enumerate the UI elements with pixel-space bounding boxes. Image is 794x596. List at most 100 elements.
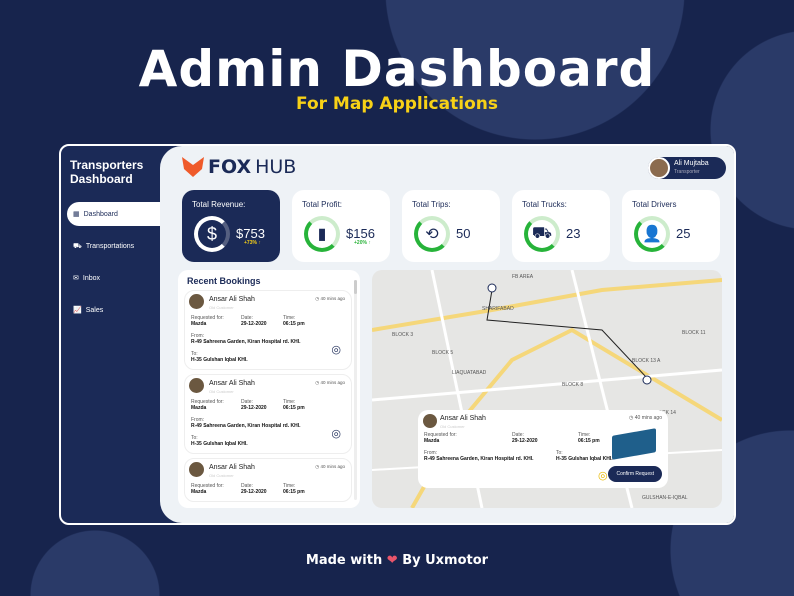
- field-to: To: H-35 Gulshan Iqbal KHI.: [556, 450, 613, 462]
- recent-bookings-panel: Recent Bookings Ansar Ali Shah Old Custo…: [178, 270, 360, 508]
- dollar-icon: $: [194, 216, 230, 252]
- customer-name: Ansar Ali Shah: [209, 464, 255, 471]
- route-icon: ⟲: [414, 216, 450, 252]
- stat-change: +20% ↑: [354, 240, 371, 246]
- map-label: LIAQUATABAD: [452, 370, 487, 376]
- stat-label: Total Trucks:: [522, 200, 567, 209]
- user-profile-button[interactable]: Ali Mujtaba Transporter: [648, 157, 726, 179]
- stat-value: 23: [566, 226, 581, 241]
- map-label: BLOCK 3: [392, 332, 414, 338]
- value: H-35 Gulshan Iqbal KHI.: [556, 456, 613, 462]
- stat-value: $156: [346, 226, 375, 241]
- map-label: BLOCK 13 A: [632, 358, 661, 364]
- sidebar-item-label: Dashboard: [83, 210, 118, 218]
- bar-chart-icon: ▮: [304, 216, 340, 252]
- customer-tag: Old Customer: [209, 389, 234, 394]
- customer-tag: Old Customer: [209, 305, 234, 310]
- user-role: Transporter: [674, 169, 700, 175]
- value: 29-12-2020: [512, 438, 538, 444]
- map-label: BLOCK 11: [682, 330, 706, 336]
- field-request: Requested for: Mazda: [191, 399, 224, 411]
- page-subtitle: For Map Applications: [296, 94, 498, 114]
- sidebar-item-sales[interactable]: 📈 Sales: [67, 298, 161, 322]
- dashboard-icon: ▦: [73, 211, 80, 218]
- value: Mazda: [191, 405, 207, 411]
- locate-icon[interactable]: ◎: [331, 343, 341, 356]
- value: Mazda: [191, 321, 207, 327]
- booking-card[interactable]: Ansar Ali Shah Old Customer ◷ 40 mins ag…: [184, 290, 352, 370]
- user-name: Ali Mujtaba: [674, 160, 709, 167]
- mail-icon: ✉: [73, 275, 79, 282]
- booking-card[interactable]: Ansar Ali Shah Old Customer ◷ 40 mins ag…: [184, 374, 352, 454]
- customer-name: Ansar Ali Shah: [440, 415, 486, 422]
- sidebar: Transporters Dashboard ▦ Dashboard ⛟ Trans…: [61, 146, 161, 523]
- map-label: GULSHAN-E-IQBAL: [642, 495, 688, 501]
- field-time: Time: 06:15 pm: [283, 315, 305, 327]
- field-date: Date: 29-12-2020: [241, 315, 267, 327]
- field-date: Date: 29-12-2020: [241, 399, 267, 411]
- avatar: [423, 414, 437, 428]
- stat-card-trucks: Total Trucks: ⛟ 23: [512, 190, 610, 262]
- stat-label: Total Profit:: [302, 200, 343, 209]
- avatar: [189, 462, 204, 477]
- stat-label: Total Trips:: [412, 200, 451, 209]
- ago-text: 40 mins ago: [320, 380, 345, 385]
- locate-icon[interactable]: ◎: [598, 469, 608, 482]
- field-time: Time: 06:15 pm: [283, 483, 305, 495]
- value: 29-12-2020: [241, 489, 267, 495]
- chart-icon: 📈: [73, 307, 82, 314]
- field-from: From: R-49 Sahreena Garden, Kiran Hospita…: [191, 417, 300, 429]
- customer-tag: Old Customer: [440, 424, 465, 429]
- avatar: [189, 378, 204, 393]
- map-view[interactable]: BLOCK 5 BLOCK 3 BLOCK 13 A BLOCK 14 LIAQ…: [372, 270, 722, 508]
- field-from: From: R-49 Sahreena Garden, Kiran Hospita…: [424, 450, 533, 462]
- scrollbar[interactable]: [354, 280, 357, 500]
- fox-icon: [182, 157, 204, 177]
- confirm-request-button[interactable]: Confirm Request: [608, 466, 662, 482]
- truck-icon: ⛟: [73, 242, 82, 250]
- map-label: BLOCK 8: [562, 382, 584, 388]
- sidebar-item-label: Transportations: [85, 242, 135, 250]
- stat-card-trips: Total Trips: ⟲ 50: [402, 190, 500, 262]
- locate-icon[interactable]: ◎: [331, 427, 341, 440]
- footer-author: By Uxmotor: [402, 553, 489, 568]
- value: 06:15 pm: [578, 438, 600, 444]
- ago-text: 40 mins ago: [320, 296, 345, 301]
- sidebar-item-label: Sales: [85, 306, 104, 314]
- booking-card[interactable]: Ansar Ali Shah Old Customer ◷ 40 mins ag…: [184, 458, 352, 502]
- value: H-35 Gulshan Iqbal KHI.: [191, 441, 248, 447]
- field-time: Time: 06:15 pm: [283, 399, 305, 411]
- dashboard-window: Transporters Dashboard ▦ Dashboard ⛟ Trans…: [59, 144, 736, 525]
- map-label: BLOCK 5: [432, 350, 454, 356]
- sidebar-item-transportations[interactable]: ⛟ Transportations: [67, 234, 161, 258]
- field-date: Date: 29-12-2020: [512, 432, 538, 444]
- page-title: Admin Dashboard: [138, 40, 656, 98]
- value: H-35 Gulshan Iqbal KHI.: [191, 357, 248, 363]
- sidebar-item-inbox[interactable]: ✉ Inbox: [67, 266, 161, 290]
- stat-value: $753: [236, 226, 265, 241]
- value: R-49 Sahreena Garden, Kiran Hospital rd.…: [191, 339, 301, 345]
- customer-tag: Old Customer: [209, 473, 234, 478]
- map-label: SHARIFABAD: [482, 306, 514, 312]
- time-ago: ◷ 40 mins ago: [629, 415, 662, 421]
- value: R-49 Sahreena Garden, Kiran Hospital rd.…: [424, 456, 534, 462]
- sidebar-item-dashboard[interactable]: ▦ Dashboard: [67, 202, 161, 226]
- heart-icon: ❤: [386, 553, 398, 568]
- field-date: Date: 29-12-2020: [241, 483, 267, 495]
- stat-card-revenue: Total Revenue: $ $753 +73% ↑: [182, 190, 280, 262]
- stat-label: Total Revenue:: [192, 200, 246, 209]
- avatar: [648, 157, 670, 179]
- value: 06:15 pm: [283, 489, 305, 495]
- customer-name: Ansar Ali Shah: [209, 380, 255, 387]
- avatar: [189, 294, 204, 309]
- field-time: Time: 06:15 pm: [578, 432, 600, 444]
- sidebar-title: Transporters Dashboard: [70, 158, 144, 186]
- field-to: To: H-35 Gulshan Iqbal KHI.: [191, 351, 248, 363]
- map-label: FB AREA: [512, 274, 534, 280]
- stat-card-drivers: Total Drivers 👤 25: [622, 190, 720, 262]
- field-from: From: R-49 Sahreena Garden, Kiran Hospita…: [191, 333, 300, 345]
- booking-popup: Ansar Ali Shah Old Customer ◷ 40 mins ag…: [418, 410, 668, 488]
- field-request: Requested for: Mazda: [191, 483, 224, 495]
- truck-image: [612, 428, 656, 460]
- time-ago: ◷ 40 mins ago: [315, 380, 345, 386]
